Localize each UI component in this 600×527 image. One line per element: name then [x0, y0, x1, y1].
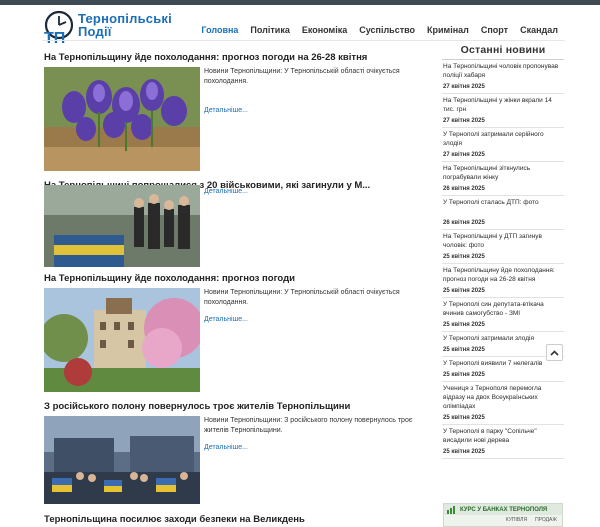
sidebar-title: Останні новини — [442, 44, 564, 60]
site-name: Тернопільські Події — [78, 12, 172, 38]
news-headline[interactable]: На Тернопільщину йде похолодання: прогно… — [443, 266, 564, 284]
news-date: 25 квітня 2025 — [443, 372, 485, 378]
article-card: З російського полону повернулось троє жи… — [44, 401, 432, 504]
list-item[interactable]: На Тернопільщині у жінки вкрали 14 тис. … — [442, 94, 564, 128]
list-item[interactable]: На Тернопільщину йде похолодання: прогно… — [442, 264, 564, 298]
site-name-line2: Події — [78, 24, 112, 39]
currency-col-buy: КУПІВЛЯ — [505, 517, 528, 523]
news-headline[interactable]: У Тернополі син депутата-втікача вчинив … — [443, 300, 564, 318]
article-excerpt: Новини Тернопільщини: У Тернопільській о… — [204, 68, 400, 85]
latest-news-sidebar: Останні новини На Тернопільщині чоловік … — [442, 44, 564, 459]
read-more-link[interactable]: Детальніше... — [204, 107, 248, 114]
news-date: 25 квітня 2025 — [443, 449, 485, 455]
nav-politics[interactable]: Політика — [244, 25, 295, 35]
list-item[interactable]: У Тернополі сталась ДТП: фото 26 квітня … — [442, 196, 564, 230]
read-more-link[interactable]: Детальніше... — [204, 188, 248, 195]
news-headline[interactable]: У Тернополі затримали злодія — [443, 334, 564, 343]
chart-icon — [447, 505, 455, 514]
news-date: 27 квітня 2025 — [443, 84, 485, 90]
article-title[interactable]: На Тернопільщину йде похолодання: прогно… — [44, 52, 432, 64]
clock-logo-icon: ТП — [44, 10, 74, 44]
article-excerpt: Новини Тернопільщини: З російського поло… — [204, 417, 413, 434]
article-card: На Тернопільщину йде похолодання: прогно… — [44, 52, 432, 171]
article-image-prisoners-return[interactable] — [44, 416, 200, 504]
news-headline[interactable]: У Тернополі затримали серійного злодія — [443, 130, 564, 148]
news-headline[interactable]: У Тернополі в парку "Сопільче" висадили … — [443, 427, 564, 445]
list-item[interactable]: У Тернополі в парку "Сопільче" висадили … — [442, 425, 564, 459]
news-date: 27 квітня 2025 — [443, 118, 485, 124]
site-logo[interactable]: ТП Тернопільські Події — [42, 10, 172, 44]
scroll-to-top-button[interactable] — [546, 344, 563, 361]
nav-sport[interactable]: Спорт — [475, 25, 514, 35]
nav-scandal[interactable]: Скандал — [514, 25, 564, 35]
news-date: 25 квітня 2025 — [443, 347, 485, 353]
chevron-up-icon — [550, 349, 559, 356]
site-header: ТП Тернопільські Події Головна Політика … — [0, 5, 600, 45]
news-date: 27 квітня 2025 — [443, 152, 485, 158]
list-item[interactable]: У Тернополі син депутата-втікача вчинив … — [442, 298, 564, 332]
header-divider — [42, 40, 565, 41]
read-more-link[interactable]: Детальніше... — [204, 316, 248, 323]
list-item[interactable]: У Тернополі виявили 7 нелегалів 25 квітн… — [442, 357, 564, 382]
article-image-funeral[interactable] — [44, 185, 200, 267]
news-date: 26 квітня 2025 — [443, 220, 485, 226]
list-item[interactable]: Учениця з Тернополя перемогла відразу на… — [442, 382, 564, 425]
news-date: 25 квітня 2025 — [443, 288, 485, 294]
list-item[interactable]: На Тернопільщині чоловік пропонував полі… — [442, 60, 564, 94]
nav-crime[interactable]: Кримінал — [421, 25, 475, 35]
news-headline[interactable]: На Тернопільщині у жінки вкрали 14 тис. … — [443, 96, 564, 114]
news-headline[interactable]: На Тернопільщині чоловік пропонував полі… — [443, 62, 564, 80]
list-item[interactable]: На Тернопільщині зіткнулись пограбували … — [442, 162, 564, 196]
news-headline[interactable]: На Тернопільщині у ДТП загинув чоловік: … — [443, 232, 564, 250]
currency-title: КУРС У БАНКАХ ТЕРНОПОЛЯ — [460, 506, 548, 513]
news-date: 25 квітня 2025 — [443, 322, 485, 328]
nav-society[interactable]: Суспільство — [353, 25, 421, 35]
article-card: Тернопільщина посилює заходи безпеки на … — [44, 514, 432, 526]
article-title[interactable]: З російського полону повернулось троє жи… — [44, 401, 432, 413]
article-card: На Тернопільщині попрощалися з 20 військ… — [44, 180, 432, 267]
currency-col-sell: ПРОДАЖ — [535, 517, 557, 523]
read-more-link[interactable]: Детальніше... — [204, 444, 248, 451]
list-item[interactable]: У Тернополі затримали серійного злодія 2… — [442, 128, 564, 162]
article-title[interactable]: На Тернопільщину йде похолодання: прогно… — [44, 273, 432, 285]
main-nav: Головна Політика Економіка Суспільство К… — [195, 25, 564, 35]
news-headline[interactable]: Учениця з Тернополя перемогла відразу на… — [443, 384, 564, 411]
list-item[interactable]: На Тернопільщині у ДТП загинув чоловік: … — [442, 230, 564, 264]
nav-home[interactable]: Головна — [195, 25, 244, 35]
svg-text:ТП: ТП — [44, 30, 65, 44]
news-date: 25 квітня 2025 — [443, 415, 485, 421]
article-image-castle-garden[interactable] — [44, 288, 200, 392]
article-title[interactable]: Тернопільщина посилює заходи безпеки на … — [44, 514, 432, 526]
news-date: 25 квітня 2025 — [443, 254, 485, 260]
news-headline[interactable]: У Тернополі сталась ДТП: фото — [443, 198, 564, 207]
article-image-crocuses[interactable] — [44, 67, 200, 171]
news-date: 26 квітня 2025 — [443, 186, 485, 192]
currency-widget: КУРС У БАНКАХ ТЕРНОПОЛЯ КУПІВЛЯ ПРОДАЖ — [443, 503, 563, 527]
article-excerpt: Новини Тернопільщини: У Тернопільській о… — [204, 289, 400, 306]
article-card: На Тернопільщину йде похолодання: прогно… — [44, 273, 432, 392]
news-headline[interactable]: На Тернопільщині зіткнулись пограбували … — [443, 164, 564, 182]
nav-economy[interactable]: Економіка — [296, 25, 353, 35]
